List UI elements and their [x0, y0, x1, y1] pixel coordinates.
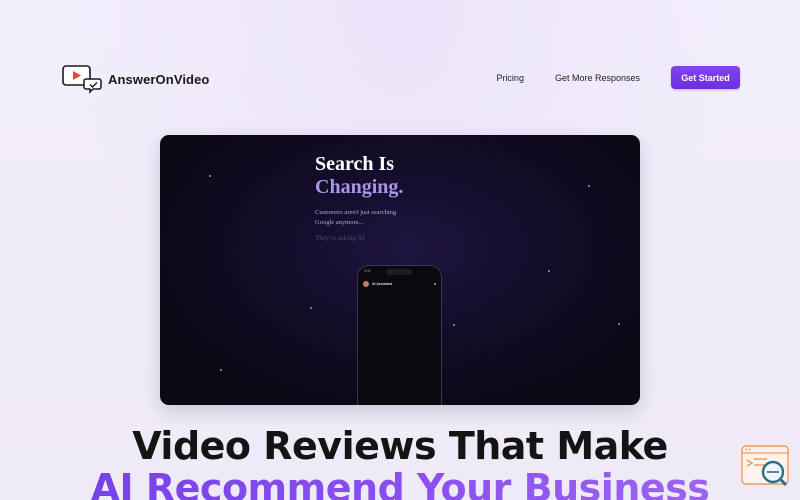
star-decoration — [588, 185, 590, 187]
star-decoration — [310, 307, 312, 309]
headline-line-2: AI Recommend Your Business — [0, 467, 800, 500]
get-started-button[interactable]: Get Started — [671, 66, 740, 89]
avatar — [363, 281, 369, 287]
star-decoration — [453, 324, 455, 326]
phone-chat-name: AI Assistant — [372, 282, 393, 286]
video-subtitle-line-2: Google anymore... — [315, 219, 364, 226]
site-header: AnswerOnVideo Pricing Get More Responses… — [0, 0, 800, 155]
video-title-line-1: Search Is — [315, 153, 395, 175]
headline-line-1: Video Reviews That Make — [132, 424, 668, 468]
nav-link-pricing[interactable]: Pricing — [496, 73, 524, 83]
main-nav: Pricing Get More Responses Get Started — [496, 66, 740, 89]
hero-headline: Video Reviews That Make AI Recommend You… — [0, 425, 800, 500]
video-title: Search Is Changing. — [315, 153, 403, 199]
star-decoration — [209, 175, 211, 177]
search-analytics-icon[interactable] — [741, 445, 791, 489]
online-status-dot — [434, 283, 436, 285]
phone-mockup: 9:41 AI Assistant — [357, 265, 442, 405]
video-title-line-2: Changing. — [315, 176, 404, 198]
star-decoration — [220, 369, 222, 371]
nav-link-get-more-responses[interactable]: Get More Responses — [555, 73, 640, 83]
video-subtitle: Customers aren't just searching Google a… — [315, 208, 396, 228]
video-subtitle-line-3: They're asking AI — [315, 234, 365, 242]
star-decoration — [618, 323, 620, 325]
phone-time: 9:41 — [364, 269, 371, 273]
video-subtitle-line-1: Customers aren't just searching — [315, 209, 397, 216]
video-chat-logo-icon — [62, 64, 102, 94]
brand-name: AnswerOnVideo — [108, 71, 210, 87]
star-decoration — [548, 270, 550, 272]
phone-notch — [386, 269, 412, 275]
brand-logo[interactable]: AnswerOnVideo — [62, 64, 209, 94]
hero-video-player[interactable]: Search Is Changing. Customers aren't jus… — [160, 135, 640, 405]
